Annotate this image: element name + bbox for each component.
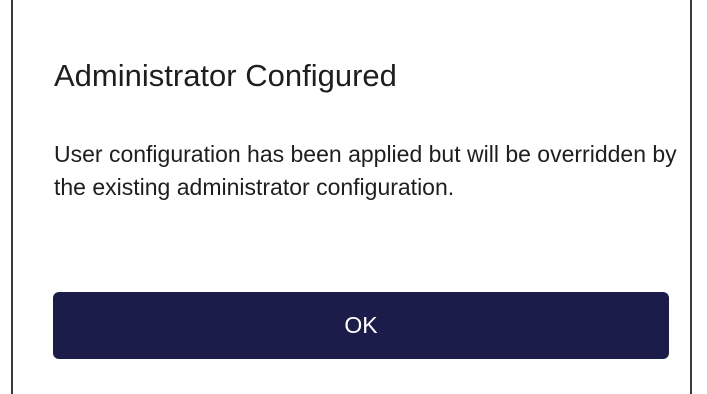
- admin-configured-dialog: Administrator Configured User configurat…: [11, 0, 692, 394]
- ok-button-label: OK: [344, 312, 378, 338]
- ok-button[interactable]: OK: [53, 292, 669, 359]
- dialog-message: User configuration has been applied but …: [54, 141, 677, 200]
- dialog-title: Administrator Configured: [54, 58, 397, 93]
